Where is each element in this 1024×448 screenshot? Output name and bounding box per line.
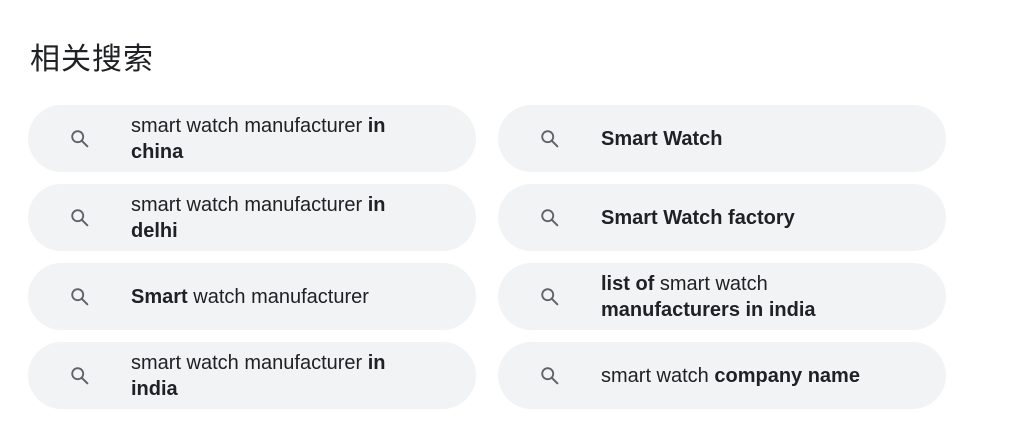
label-segment: smart watch manufacturer bbox=[131, 114, 368, 137]
related-search-label: Smart Watch bbox=[601, 126, 723, 152]
label-bold-segment: Smart Watch bbox=[601, 127, 723, 150]
related-search-chip[interactable]: smart watch manufacturer in delhi bbox=[28, 184, 476, 251]
label-bold-segment: manufacturers in india bbox=[601, 298, 816, 321]
related-search-label: smart watch company name bbox=[601, 363, 860, 389]
related-search-chip[interactable]: Smart watch manufacturer bbox=[28, 263, 476, 330]
related-search-chip[interactable]: smart watch manufacturer in india bbox=[28, 342, 476, 409]
label-segment: smart watch bbox=[601, 364, 715, 387]
related-search-label: Smart Watch factory bbox=[601, 205, 795, 231]
related-search-chip[interactable]: smart watch manufacturer in china bbox=[28, 105, 476, 172]
search-icon bbox=[538, 127, 562, 151]
related-search-chip[interactable]: Smart Watch factory bbox=[498, 184, 946, 251]
related-search-label: smart watch manufacturer in india bbox=[131, 350, 431, 402]
label-bold-segment: Smart Watch factory bbox=[601, 206, 795, 229]
label-bold-segment: company name bbox=[714, 364, 860, 387]
label-bold-segment: Smart bbox=[131, 285, 188, 308]
related-search-label: smart watch manufacturer in delhi bbox=[131, 192, 431, 244]
related-search-chip[interactable]: list of smart watch manufacturers in ind… bbox=[498, 263, 946, 330]
search-icon bbox=[538, 285, 562, 309]
related-search-label: smart watch manufacturer in china bbox=[131, 113, 431, 165]
related-search-label: list of smart watch manufacturers in ind… bbox=[601, 271, 901, 323]
search-icon bbox=[538, 364, 562, 388]
label-segment: watch manufacturer bbox=[187, 285, 369, 308]
label-bold-segment: list of bbox=[601, 272, 655, 295]
related-search-label: Smart watch manufacturer bbox=[131, 284, 369, 310]
search-icon bbox=[68, 285, 92, 309]
search-icon bbox=[68, 364, 92, 388]
related-searches-heading: 相关搜索 bbox=[30, 42, 154, 77]
related-searches-grid: smart watch manufacturer in china Smart W… bbox=[28, 105, 948, 409]
label-segment: smart watch manufacturer bbox=[131, 193, 368, 216]
search-icon bbox=[68, 206, 92, 230]
label-segment: smart watch bbox=[654, 272, 768, 295]
search-icon bbox=[538, 206, 562, 230]
related-search-chip[interactable]: smart watch company name bbox=[498, 342, 946, 409]
search-icon bbox=[68, 127, 92, 151]
related-search-chip[interactable]: Smart Watch bbox=[498, 105, 946, 172]
label-segment: smart watch manufacturer bbox=[131, 351, 368, 374]
